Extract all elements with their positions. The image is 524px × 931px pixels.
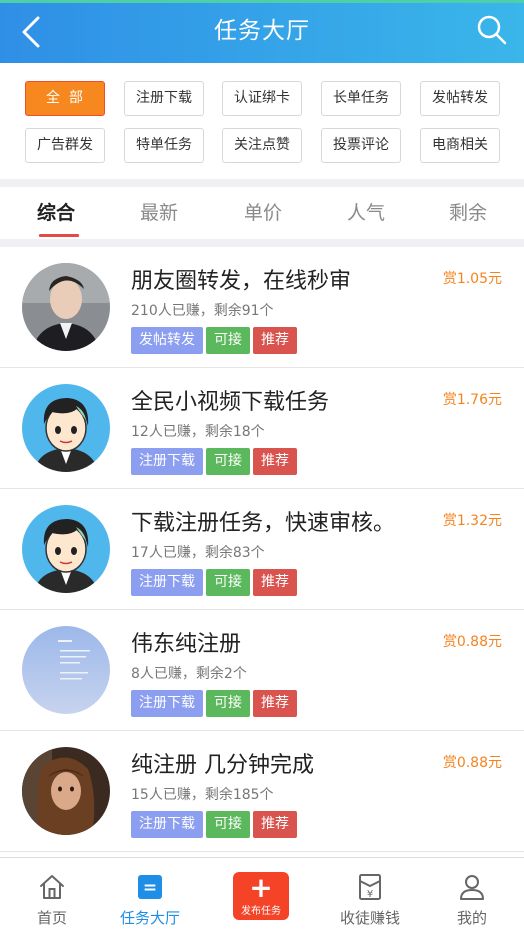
available-tag: 可接 bbox=[206, 327, 250, 354]
filter-ecommerce[interactable]: 电商相关 bbox=[420, 128, 500, 163]
task-reward: 赏1.32元 bbox=[442, 513, 502, 529]
task-item[interactable]: 下载注册任务，快速审核。 17人已赚，剩余83个 赏1.32元 注册下载 可接 推荐 bbox=[0, 489, 524, 610]
avatar bbox=[22, 747, 110, 835]
tabbar-mine[interactable]: 我的 bbox=[420, 858, 524, 931]
task-item[interactable]: 伟东纯注册 8人已赚，剩余2个 赏0.88元 注册下载 可接 推荐 bbox=[0, 610, 524, 731]
task-list: 朋友圈转发，在线秒审 210人已赚，剩余91个 赏1.05元 发帖转发 可接 推荐 … bbox=[0, 247, 524, 857]
task-stats: 15人已赚，剩余185个 bbox=[131, 787, 274, 803]
active-tab-indicator bbox=[39, 234, 79, 237]
task-stats: 210人已赚，剩余91个 bbox=[131, 303, 274, 319]
recommended-tag: 推荐 bbox=[253, 811, 297, 838]
task-tags: 注册下载 可接 推荐 bbox=[131, 448, 300, 475]
page-title: 任务大厅 bbox=[214, 18, 310, 44]
task-tags: 发帖转发 可接 推荐 bbox=[131, 327, 300, 354]
task-tags: 注册下载 可接 推荐 bbox=[131, 811, 300, 838]
task-stats: 12人已赚，剩余18个 bbox=[131, 424, 265, 440]
tab-remaining[interactable]: 剩余 bbox=[416, 187, 520, 239]
tab-unit-price[interactable]: 单价 bbox=[211, 187, 315, 239]
filter-follow-like[interactable]: 关注点赞 bbox=[222, 128, 302, 163]
task-hall-icon: = bbox=[138, 875, 162, 899]
tabbar-home-label: 首页 bbox=[36, 909, 67, 927]
tabbar-mine-label: 我的 bbox=[456, 909, 487, 927]
avatar bbox=[22, 626, 110, 714]
publish-task-button[interactable]: + 发布任务 bbox=[233, 872, 289, 920]
recommended-tag: 推荐 bbox=[253, 569, 297, 596]
recommended-tag: 推荐 bbox=[253, 327, 297, 354]
available-tag: 可接 bbox=[206, 690, 250, 717]
tab-overall[interactable]: 综合 bbox=[4, 187, 108, 239]
task-title: 纯注册 几分钟完成 bbox=[131, 753, 314, 778]
filter-long-order[interactable]: 长单任务 bbox=[321, 81, 401, 116]
avatar bbox=[22, 263, 110, 351]
task-title: 全民小视频下载任务 bbox=[131, 390, 330, 415]
category-tag: 注册下载 bbox=[131, 690, 203, 717]
search-button[interactable] bbox=[476, 14, 508, 46]
task-item[interactable]: 纯注册 几分钟完成 15人已赚，剩余185个 赏0.88元 注册下载 可接 推荐 bbox=[0, 731, 524, 852]
tab-latest[interactable]: 最新 bbox=[107, 187, 211, 239]
filter-post-forward[interactable]: 发帖转发 bbox=[420, 81, 500, 116]
task-reward: 赏1.76元 bbox=[442, 392, 502, 408]
tabbar-task-hall-label: 任务大厅 bbox=[119, 909, 180, 927]
task-tags: 注册下载 可接 推荐 bbox=[131, 690, 300, 717]
task-reward: 赏0.88元 bbox=[442, 755, 502, 771]
recommended-tag: 推荐 bbox=[253, 690, 297, 717]
category-tag: 注册下载 bbox=[131, 569, 203, 596]
task-stats: 8人已赚，剩余2个 bbox=[131, 666, 247, 682]
task-reward: 赏0.88元 bbox=[442, 634, 502, 650]
red-envelope-icon: ¥ bbox=[359, 874, 381, 900]
publish-task-label: 发布任务 bbox=[241, 906, 281, 917]
category-filter-panel: 全部 注册下载 认证绑卡 长单任务 发帖转发 广告群发 特单任务 关注点赞 投票… bbox=[0, 63, 524, 179]
available-tag: 可接 bbox=[206, 448, 250, 475]
sort-tab-bar: 综合 最新 单价 人气 剩余 bbox=[0, 187, 524, 239]
tab-overall-label: 综合 bbox=[36, 202, 75, 224]
recommended-tag: 推荐 bbox=[253, 448, 297, 475]
category-tag: 发帖转发 bbox=[131, 327, 203, 354]
task-item[interactable]: 朋友圈转发，在线秒审 210人已赚，剩余91个 赏1.05元 发帖转发 可接 推荐 bbox=[0, 247, 524, 368]
tab-popularity[interactable]: 人气 bbox=[314, 187, 418, 239]
filter-vote-comment[interactable]: 投票评论 bbox=[321, 128, 401, 163]
top-app-bar: 任务大厅 bbox=[0, 0, 524, 63]
filter-ad-broadcast[interactable]: 广告群发 bbox=[25, 128, 105, 163]
plus-icon: + bbox=[249, 871, 273, 904]
home-icon bbox=[40, 875, 64, 899]
avatar bbox=[22, 505, 110, 593]
user-icon bbox=[460, 875, 484, 900]
filter-special-order[interactable]: 特单任务 bbox=[124, 128, 204, 163]
category-tag: 注册下载 bbox=[131, 448, 203, 475]
filter-all[interactable]: 全部 bbox=[25, 81, 105, 116]
available-tag: 可接 bbox=[206, 811, 250, 838]
category-tag: 注册下载 bbox=[131, 811, 203, 838]
task-stats: 17人已赚，剩余83个 bbox=[131, 545, 265, 561]
task-hall-icon-glyph: = bbox=[143, 878, 157, 898]
bottom-tab-bar: 首页 = 任务大厅 + 发布任务 ¥ 收徒赚钱 我的 bbox=[0, 857, 524, 931]
filter-register-download[interactable]: 注册下载 bbox=[124, 81, 204, 116]
tabbar-recruit[interactable]: ¥ 收徒赚钱 bbox=[318, 858, 422, 931]
task-tags: 注册下载 可接 推荐 bbox=[131, 569, 300, 596]
tabbar-home[interactable]: 首页 bbox=[0, 858, 104, 931]
available-tag: 可接 bbox=[206, 569, 250, 596]
task-title: 伟东纯注册 bbox=[131, 632, 242, 657]
yuan-symbol: ¥ bbox=[367, 889, 373, 900]
tabbar-task-hall[interactable]: = 任务大厅 bbox=[98, 858, 202, 931]
task-reward: 赏1.05元 bbox=[442, 271, 502, 287]
filter-verify-bind-card[interactable]: 认证绑卡 bbox=[222, 81, 302, 116]
tabbar-recruit-label: 收徒赚钱 bbox=[339, 909, 400, 927]
avatar bbox=[22, 384, 110, 472]
task-title: 朋友圈转发，在线秒审 bbox=[131, 269, 352, 294]
task-title: 下载注册任务，快速审核。 bbox=[131, 511, 396, 536]
search-icon bbox=[477, 15, 507, 45]
task-item[interactable]: 全民小视频下载任务 12人已赚，剩余18个 赏1.76元 注册下载 可接 推荐 bbox=[0, 368, 524, 489]
